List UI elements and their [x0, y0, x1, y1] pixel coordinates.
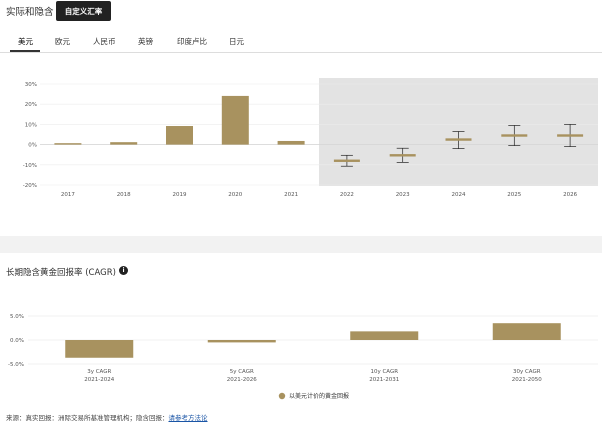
- legend-swatch: [278, 392, 286, 400]
- methodology-link[interactable]: 请参考方法论: [169, 414, 208, 422]
- info-icon[interactable]: i: [119, 266, 128, 275]
- x-tick-label: 2019: [173, 192, 187, 198]
- y-tick-label: 20%: [25, 102, 37, 108]
- page-title: 实际和隐含: [6, 7, 54, 18]
- x-tick-label: 2022: [340, 192, 354, 198]
- cagr-range: 2021-2050: [512, 377, 542, 383]
- footnote-text: 来源：真实回报：洲际交易所基准管理机构；隐含回报：: [6, 414, 169, 422]
- actual-return-bar: [221, 95, 249, 145]
- y-tick-label: -5.0%: [8, 362, 24, 368]
- tab-usd[interactable]: 美元: [18, 36, 33, 47]
- tab-eur[interactable]: 欧元: [55, 36, 70, 47]
- tab-inr[interactable]: 印度卢比: [177, 36, 207, 47]
- legend-label: 以美元计价的黄金回报: [289, 392, 349, 400]
- y-tick-label: 0%: [28, 143, 37, 149]
- cagr-label: 10y CAGR: [370, 369, 398, 375]
- implied-median-marker: [501, 134, 528, 137]
- x-tick-label: 2020: [228, 192, 242, 198]
- implied-median-marker: [389, 154, 416, 157]
- cagr-bar: [207, 340, 276, 343]
- implied-median-marker: [445, 138, 472, 141]
- y-tick-label: -20%: [23, 183, 37, 189]
- y-tick-label: 0.0%: [10, 338, 24, 344]
- actual-return-bar: [166, 126, 193, 145]
- cagr-range: 2021-2024: [84, 377, 114, 383]
- x-tick-label: 2021: [284, 192, 298, 198]
- active-tab-indicator: [10, 50, 40, 52]
- x-tick-label: 2023: [396, 192, 410, 198]
- custom-exchange-rate-button[interactable]: 自定义汇率: [56, 1, 111, 21]
- y-tick-label: 10%: [25, 122, 37, 128]
- currency-tabs: 美元 欧元 人民币 英镑 印度卢比 日元: [0, 30, 602, 53]
- cagr-range: 2021-2031: [369, 377, 399, 383]
- actual-return-bar: [277, 140, 305, 145]
- cagr-label: 3y CAGR: [87, 369, 111, 375]
- cagr-bar: [350, 331, 419, 340]
- long-term-cagr-chart: 5.0% 0.0% -5.0% 3y CAGR 2021-2024 5y CAGR 2021…: [8, 314, 598, 400]
- cagr-range: 2021-2026: [227, 377, 257, 383]
- actual-implied-returns-chart: 30% 20% 10% 0% -10% -20% 2017 2018 2019 2020 2021 2…: [23, 78, 598, 198]
- tab-jpy[interactable]: 日元: [229, 36, 244, 47]
- cagr-label: 30y CAGR: [513, 369, 541, 375]
- tab-gbp[interactable]: 英镑: [138, 36, 153, 47]
- cagr-bar: [65, 340, 134, 358]
- source-footnote: 来源：真实回报：洲际交易所基准管理机构；隐含回报：请参考方法论: [6, 412, 208, 422]
- y-tick-label: -10%: [23, 163, 37, 169]
- cagr-label: 5y CAGR: [230, 369, 254, 375]
- y-tick-label: 5.0%: [10, 314, 24, 320]
- tab-cny[interactable]: 人民币: [93, 36, 116, 47]
- implied-median-marker: [557, 134, 584, 137]
- implied-median-marker: [333, 159, 360, 162]
- x-tick-label: 2024: [452, 192, 466, 198]
- x-tick-label: 2017: [61, 192, 75, 198]
- long-term-returns-title: 长期隐含黄金回报率 (CAGR): [6, 268, 116, 278]
- x-tick-label: 2025: [507, 192, 521, 198]
- x-tick-label: 2018: [117, 192, 131, 198]
- actual-return-bar: [110, 142, 138, 145]
- y-tick-label: 30%: [25, 82, 37, 88]
- actual-return-bar: [54, 143, 82, 145]
- section-divider: [0, 236, 602, 253]
- cagr-bar: [492, 323, 561, 340]
- x-tick-label: 2026: [563, 192, 577, 198]
